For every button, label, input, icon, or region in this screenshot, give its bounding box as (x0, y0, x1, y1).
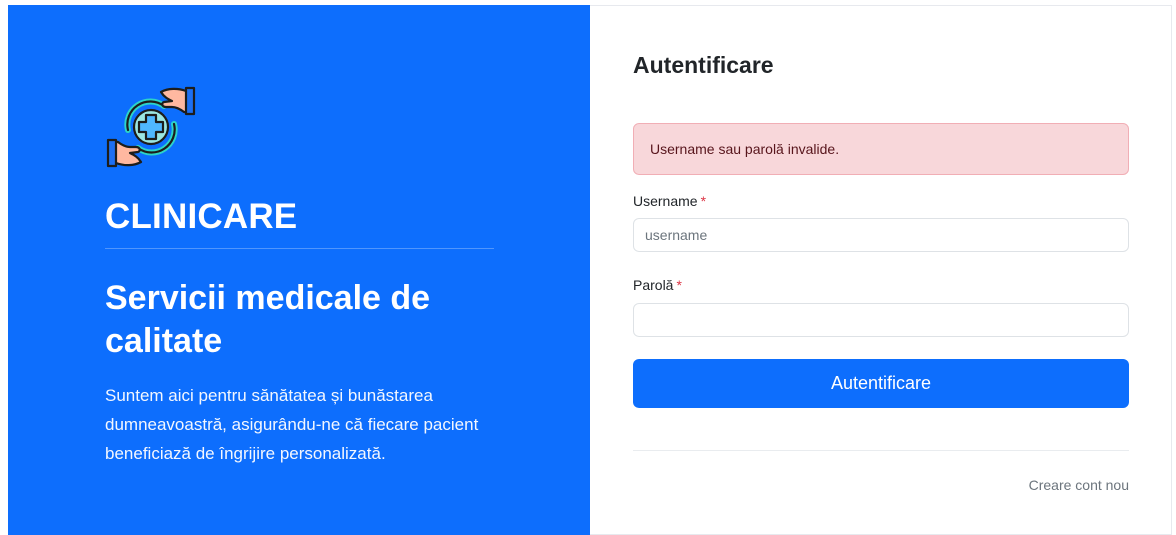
login-title: Autentificare (633, 52, 774, 78)
username-label-text: Username (633, 193, 698, 209)
password-required-mark: * (676, 277, 682, 293)
username-input[interactable] (633, 218, 1129, 252)
username-label: Username * (633, 193, 706, 209)
login-panel: Autentificare Username sau parolă invali… (590, 5, 1172, 535)
brand-description: Suntem aici pentru sănătatea și bunăstar… (105, 386, 479, 463)
password-label-text: Parolă (633, 277, 674, 293)
brand-panel: CLINICARE Servicii medicale de calitate … (8, 5, 590, 535)
login-submit-button[interactable]: Autentificare (633, 359, 1129, 408)
create-account-link[interactable]: Creare cont nou (1029, 477, 1129, 493)
error-message: Username sau parolă invalide. (650, 141, 840, 157)
password-input[interactable] (633, 303, 1129, 337)
brand-divider (105, 248, 494, 249)
medical-care-hands-icon (106, 82, 196, 172)
brand-tagline: Servicii medicale de calitate (105, 279, 431, 360)
username-required-mark: * (700, 193, 707, 209)
error-alert: Username sau parolă invalide. (633, 123, 1129, 175)
password-label: Parolă * (633, 277, 682, 293)
form-divider (633, 450, 1129, 451)
brand-name: CLINICARE (105, 197, 298, 236)
